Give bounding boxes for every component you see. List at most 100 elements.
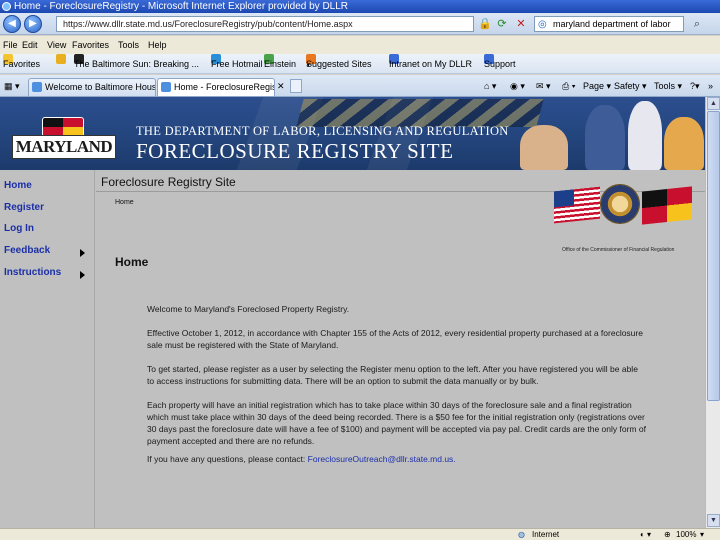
get-started-paragraph: To get started, please register as a use… <box>147 364 638 386</box>
menu-file[interactable]: File <box>3 36 18 54</box>
forward-button[interactable]: ▶ <box>24 15 42 33</box>
protected-mode-icon[interactable]: ◐ ▾ <box>640 529 651 540</box>
submenu-arrow-icon <box>80 249 85 257</box>
favorite-label: Support <box>484 59 516 69</box>
favorite-label: Suggested Sites <box>306 59 372 69</box>
stop-icon[interactable]: ✕ <box>514 17 528 31</box>
main-content: Foreclosure Registry Site Home Office of… <box>96 170 705 528</box>
nav-item-instructions[interactable]: Instructions <box>4 267 61 278</box>
banner-photo-person <box>585 105 625 170</box>
menu-help[interactable]: Help <box>148 36 167 54</box>
site-banner: MARYLAND THE DEPARTMENT OF LABOR, LICENS… <box>0 97 705 170</box>
maryland-seal-icon <box>600 184 640 224</box>
contact-email-link[interactable]: ForeclosureOutreach@dllr.state.md.us. <box>308 454 456 464</box>
favorite-label: Intranet on My DLLR <box>389 59 473 69</box>
submenu-arrow-icon <box>80 271 85 279</box>
favorite-label: Free Hotmail <box>211 59 263 69</box>
page-viewport: MARYLAND THE DEPARTMENT OF LABOR, LICENS… <box>0 97 705 528</box>
tab-label: Welcome to Baltimore Housing <box>45 82 156 92</box>
tools-menu[interactable]: Tools ▾ <box>654 75 682 97</box>
effective-paragraph: Effective October 1, 2012, in accordance… <box>147 328 643 350</box>
page-menu[interactable]: Page ▾ <box>583 75 611 97</box>
window-title-bar: Home - ForeclosureRegistry - Microsoft I… <box>0 0 720 13</box>
logo-text: MARYLAND <box>12 135 116 159</box>
search-go-icon[interactable]: ⌕ <box>690 17 704 31</box>
left-navigation: Home Register Log In Feedback Instructio… <box>0 170 95 528</box>
nav-item-feedback[interactable]: Feedback <box>4 245 50 256</box>
maryland-flag-icon <box>642 186 692 225</box>
favorites-bar: Favorites The Baltimore Sun: Breaking ..… <box>0 54 720 74</box>
page-menu-label: Page <box>583 81 605 91</box>
banner-photo-person <box>520 125 568 170</box>
tab-foreclosure-registry[interactable]: Home - ForeclosureRegistry <box>157 78 275 96</box>
menu-tools[interactable]: Tools <box>118 36 139 54</box>
favorite-label: Einstein <box>264 59 297 69</box>
banner-flag-decoration <box>296 99 544 127</box>
maryland-crest-icon <box>42 117 84 137</box>
quick-tabs-icon[interactable]: ▦ ▾ <box>4 75 20 97</box>
status-bar: ◍ Internet ◐ ▾ ⊕ 100% ▾ <box>0 528 720 540</box>
vertical-scrollbar[interactable]: ▲ ▼ <box>705 97 720 528</box>
favorite-label: The Baltimore Sun: Breaking ... <box>74 59 200 69</box>
address-url: https://www.dllr.state.md.us/Foreclosure… <box>63 19 353 29</box>
favorites-label: Favorites <box>3 59 41 69</box>
window-title: Home - ForeclosureRegistry - Microsoft I… <box>14 1 349 12</box>
department-title: THE DEPARTMENT OF LABOR, LICENSING AND R… <box>136 124 509 138</box>
new-tab-button[interactable] <box>290 79 302 93</box>
safety-menu-label: Safety <box>614 81 640 91</box>
add-favorites-icon <box>56 54 66 64</box>
flag-canton <box>554 189 574 208</box>
menu-bar: File Edit View Favorites Tools Help <box>0 36 720 54</box>
section-title: Foreclosure Registry Site <box>101 175 236 189</box>
live-search-icon: ◎ <box>538 19 547 30</box>
home-icon[interactable]: ⌂ ▾ <box>484 75 496 97</box>
favorite-item-suggested-sites[interactable]: Suggested Sites ▾ <box>306 54 372 74</box>
zoom-dropdown-icon[interactable]: ▾ <box>700 529 704 540</box>
chevron-right-icon[interactable]: » <box>708 75 713 97</box>
maryland-logo: MARYLAND <box>12 117 116 159</box>
lock-icon[interactable]: 🔒 <box>478 17 492 31</box>
ie-logo-icon <box>2 2 11 11</box>
seal-caption: Office of the Commissioner of Financial … <box>562 247 675 253</box>
search-value: maryland department of labor <box>553 19 671 29</box>
print-icon[interactable]: ⎙ ▾ <box>562 75 575 97</box>
nav-item-log-in[interactable]: Log In <box>4 223 34 234</box>
mail-icon[interactable]: ✉ ▾ <box>536 75 551 97</box>
internet-zone-icon: ◍ <box>518 530 525 539</box>
nav-item-register[interactable]: Register <box>4 202 44 213</box>
zoom-icon: ⊕ <box>664 530 671 539</box>
banner-photo-person <box>628 101 662 170</box>
tab-bar: ▦ ▾ Welcome to Baltimore Housing Home - … <box>0 75 720 97</box>
page-icon <box>161 82 171 92</box>
contact-paragraph: If you have any questions, please contac… <box>147 453 647 465</box>
safety-menu[interactable]: Safety ▾ <box>614 75 647 97</box>
page-heading: Home <box>115 255 149 269</box>
security-zone: Internet <box>532 530 560 539</box>
scroll-down-icon[interactable]: ▼ <box>707 514 720 527</box>
nav-item-home[interactable]: Home <box>4 180 32 191</box>
breadcrumb[interactable]: Home <box>115 199 134 206</box>
refresh-icon[interactable]: ⟳ <box>495 17 509 31</box>
feeds-icon[interactable]: ◉ ▾ <box>510 75 525 97</box>
tab-label: Home - ForeclosureRegistry <box>174 82 274 92</box>
search-input[interactable]: ◎ maryland department of labor <box>534 16 684 32</box>
close-tab-icon[interactable]: ✕ <box>277 75 285 97</box>
address-toolbar: ◀ ▶ https://www.dllr.state.md.us/Foreclo… <box>0 13 720 35</box>
tab-baltimore-housing[interactable]: Welcome to Baltimore Housing <box>28 78 156 96</box>
menu-view[interactable]: View <box>47 36 66 54</box>
banner-photo-person <box>664 117 704 170</box>
tools-menu-label: Tools <box>654 81 676 91</box>
back-button[interactable]: ◀ <box>3 15 21 33</box>
help-icon[interactable]: ?▾ <box>690 75 700 97</box>
scroll-up-icon[interactable]: ▲ <box>707 97 720 110</box>
menu-favorites[interactable]: Favorites <box>72 36 109 54</box>
menu-edit[interactable]: Edit <box>22 36 38 54</box>
registration-fee-paragraph: Each property will have an initial regis… <box>147 400 646 446</box>
scrollbar-thumb[interactable] <box>707 111 720 401</box>
address-input[interactable]: https://www.dllr.state.md.us/Foreclosure… <box>56 16 474 32</box>
zoom-level[interactable]: 100% <box>676 529 696 540</box>
site-title: FORECLOSURE REGISTRY SITE <box>136 139 454 163</box>
welcome-paragraph: Welcome to Maryland's Foreclosed Propert… <box>147 304 350 314</box>
page-icon <box>32 82 42 92</box>
seal-group <box>554 184 700 230</box>
